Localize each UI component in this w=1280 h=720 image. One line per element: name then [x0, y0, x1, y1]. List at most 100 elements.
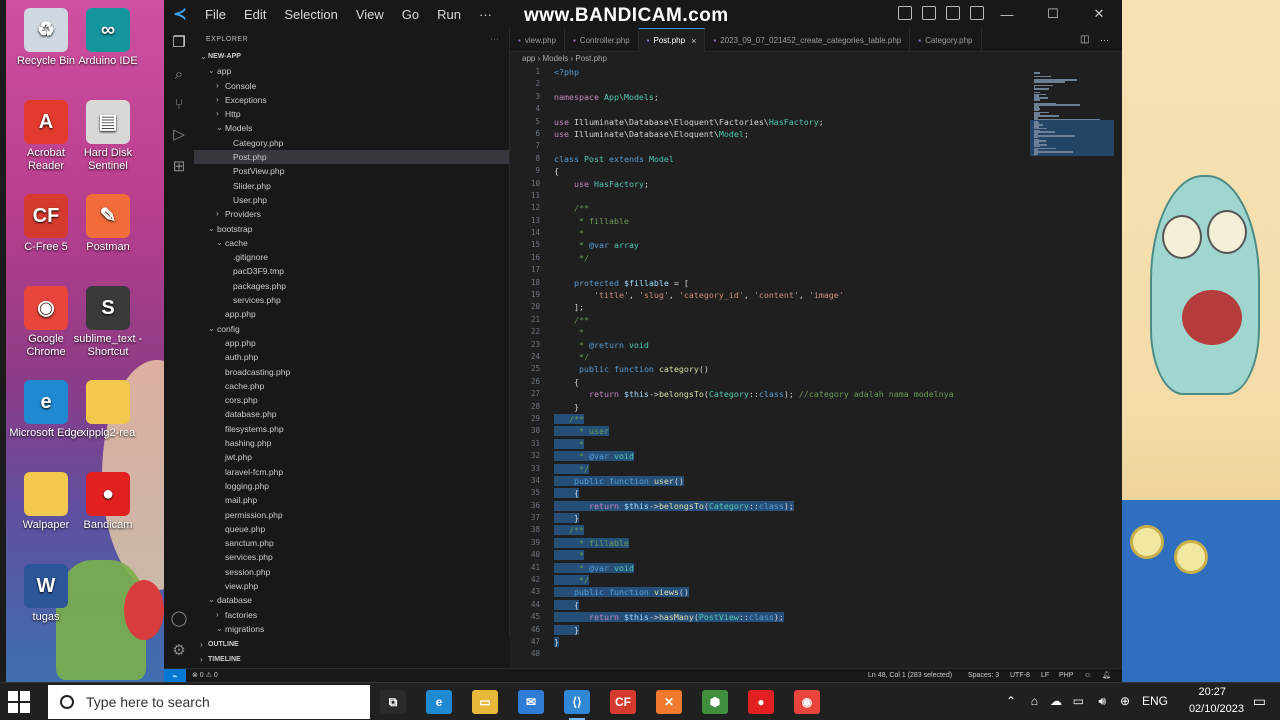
editor-tab[interactable]: ▪ Post.php ×: [638, 28, 706, 52]
toggle-panel-icon[interactable]: [922, 6, 936, 20]
tree-file[interactable]: logging.php: [194, 479, 509, 493]
tree-folder[interactable]: › Http: [194, 107, 509, 121]
tree-file[interactable]: filesystems.php: [194, 422, 509, 436]
code-line[interactable]: * @var void: [554, 450, 1074, 462]
more-actions-icon[interactable]: ···: [1100, 28, 1122, 51]
code-line[interactable]: /**: [554, 524, 1074, 536]
editor-tab[interactable]: ▪ Controller.php: [565, 28, 639, 52]
clock-date[interactable]: 02/10/2023: [1189, 703, 1244, 715]
tree-file[interactable]: pacD3F9.tmp: [194, 264, 509, 278]
toggle-sidebar-icon[interactable]: [898, 6, 912, 20]
problems-indicator[interactable]: ⊗ 0 ⚠ 0: [192, 669, 218, 683]
menu-item-more[interactable]: ···: [470, 7, 501, 22]
code-line[interactable]: [554, 648, 1074, 660]
code-line[interactable]: {: [554, 599, 1074, 611]
code-line[interactable]: {: [554, 376, 1074, 388]
breadcrumb[interactable]: app › Models › Post.php: [522, 52, 607, 66]
editor-tab[interactable]: ▪ 2023_09_07_021452_create_categories_tab…: [705, 28, 911, 52]
tree-file[interactable]: permission.php: [194, 508, 509, 522]
notifications-icon[interactable]: 🔔︎: [1102, 669, 1111, 683]
tree-file[interactable]: app.php: [194, 307, 509, 321]
tree-folder[interactable]: › Exceptions: [194, 93, 509, 107]
code-line[interactable]: protected $fillable = [: [554, 277, 1074, 289]
menu-item-view[interactable]: View: [347, 7, 393, 22]
close-icon[interactable]: ✕: [1076, 6, 1122, 22]
code-line[interactable]: }: [554, 624, 1074, 636]
code-line[interactable]: 'title', 'slug', 'category_id', 'content…: [554, 289, 1074, 301]
code-line[interactable]: */: [554, 252, 1074, 264]
maximize-icon[interactable]: ☐: [1030, 6, 1076, 22]
code-line[interactable]: [554, 78, 1074, 90]
code-line[interactable]: use HasFactory;: [554, 178, 1074, 190]
code-line[interactable]: */: [554, 463, 1074, 475]
code-line[interactable]: class Post extends Model: [554, 153, 1074, 165]
code-line[interactable]: return $this->hasMany(PostView::class);: [554, 611, 1074, 623]
code-line[interactable]: }: [554, 401, 1074, 413]
tree-file[interactable]: services.php: [194, 550, 509, 564]
tree-folder[interactable]: › Console: [194, 79, 509, 93]
code-line[interactable]: return $this->belongsTo(Category::class)…: [554, 388, 1074, 400]
desktop-shortcut[interactable]: ● Bandicam: [70, 472, 146, 532]
code-line[interactable]: public function category(): [554, 363, 1074, 375]
code-line[interactable]: namespace App\Models;: [554, 91, 1074, 103]
bandicam-icon[interactable]: ●: [748, 690, 774, 714]
tree-file[interactable]: database.php: [194, 407, 509, 421]
desktop-shortcut[interactable]: Wtugas: [8, 564, 84, 624]
tree-file[interactable]: sanctum.php: [194, 536, 509, 550]
tree-file[interactable]: cache.php: [194, 379, 509, 393]
code-line[interactable]: /**: [554, 314, 1074, 326]
code-line[interactable]: ];: [554, 301, 1074, 313]
code-line[interactable]: use Illuminate\Database\Eloquent\Model;: [554, 128, 1074, 140]
minimize-icon[interactable]: —: [984, 7, 1030, 22]
tree-file[interactable]: Category.php: [194, 136, 509, 150]
tree-file[interactable]: laravel-fcm.php: [194, 465, 509, 479]
code-line[interactable]: * @var void: [554, 562, 1074, 574]
code-line[interactable]: * user: [554, 425, 1074, 437]
menu-item-run[interactable]: Run: [428, 7, 470, 22]
tree-file[interactable]: PostView.php: [194, 164, 509, 178]
minimap[interactable]: [1030, 66, 1120, 186]
desktop-shortcut[interactable]: ∞ Arduino IDE: [70, 8, 146, 68]
split-editor-icon[interactable]: ◫: [1080, 28, 1100, 51]
chrome-icon[interactable]: ◉: [794, 690, 820, 714]
code-line[interactable]: * @return void: [554, 339, 1074, 351]
tree-file[interactable]: Post.php: [194, 150, 509, 165]
desktop-shortcut[interactable]: ▤ Hard Disk Sentinel: [70, 100, 146, 173]
code-line[interactable]: *: [554, 438, 1074, 450]
code-line[interactable]: * fillable: [554, 537, 1074, 549]
desktop-shortcut[interactable]: xipplg2-rea: [70, 380, 146, 440]
customize-layout-icon[interactable]: [970, 6, 984, 20]
tree-file[interactable]: cors.php: [194, 393, 509, 407]
onedrive-icon[interactable]: ☁: [1050, 694, 1062, 708]
cursor-position[interactable]: Ln 48, Col 1 (283 selected): [868, 669, 952, 683]
code-line[interactable]: public function views(): [554, 586, 1074, 598]
tree-file[interactable]: mail.php: [194, 493, 509, 507]
tree-file[interactable]: session.php: [194, 565, 509, 579]
code-line[interactable]: [554, 103, 1074, 115]
code-line[interactable]: {: [554, 165, 1074, 177]
extensions-icon[interactable]: ⊞: [170, 158, 188, 176]
code-line[interactable]: [554, 140, 1074, 152]
source-control-icon[interactable]: ⑂: [170, 96, 188, 114]
windows-start-icon[interactable]: [8, 691, 30, 713]
code-line[interactable]: /**: [554, 413, 1074, 425]
editor-tab[interactable]: ▪ Category.php: [910, 28, 982, 52]
menu-item-go[interactable]: Go: [393, 7, 428, 22]
tree-file[interactable]: Slider.php: [194, 179, 509, 193]
tree-folder[interactable]: ⌄ app: [194, 64, 509, 78]
code-line[interactable]: *: [554, 549, 1074, 561]
code-line[interactable]: *: [554, 227, 1074, 239]
more-actions-icon[interactable]: ···: [491, 36, 500, 43]
encoding[interactable]: UTF-8: [1010, 669, 1030, 683]
tree-folder[interactable]: ⌄ bootstrap: [194, 222, 509, 236]
code-line[interactable]: return $this->belongsTo(Category::class)…: [554, 500, 1074, 512]
tree-file[interactable]: jwt.php: [194, 450, 509, 464]
network-icon[interactable]: ⌂: [1031, 694, 1038, 708]
run-debug-icon[interactable]: ▷: [170, 126, 188, 144]
tree-file[interactable]: .gitignore: [194, 250, 509, 264]
code-line[interactable]: /**: [554, 202, 1074, 214]
taskbar-search-input[interactable]: Type here to search: [48, 685, 370, 719]
tree-file[interactable]: queue.php: [194, 522, 509, 536]
timeline-section[interactable]: › TIMELINE: [194, 653, 510, 668]
code-line[interactable]: [554, 264, 1074, 276]
